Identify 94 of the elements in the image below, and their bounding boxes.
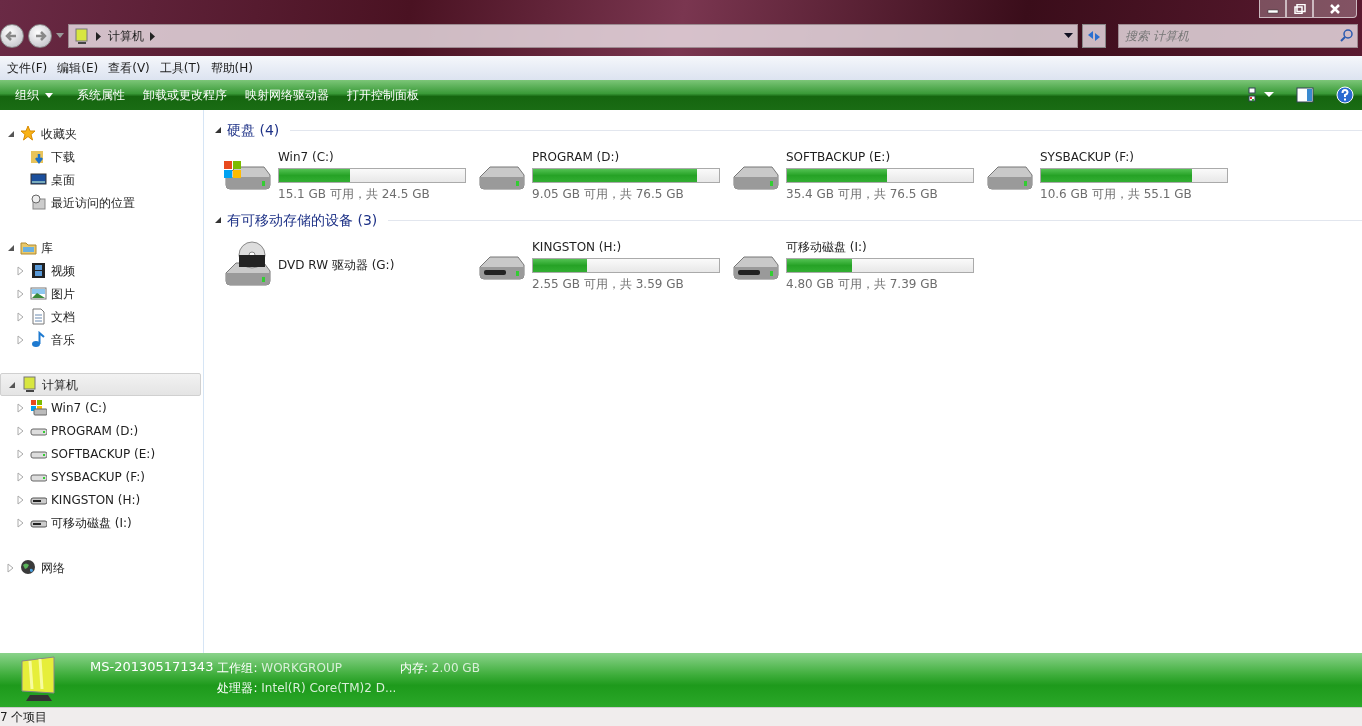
forward-button[interactable] bbox=[28, 24, 52, 48]
drive-tile[interactable]: KINGSTON (H:) 2.55 GB 可用，共 3.59 GB bbox=[476, 236, 730, 294]
field-value: 2.00 GB bbox=[431, 661, 480, 675]
back-button[interactable] bbox=[0, 24, 24, 48]
refresh-arrows-icon[interactable] bbox=[1086, 29, 1102, 43]
nav-item[interactable]: KINGSTON (H:) bbox=[0, 488, 203, 511]
drive-name: SYSBACKUP (F:) bbox=[1040, 148, 1135, 166]
nav-item[interactable]: 最近访问的位置 bbox=[0, 191, 203, 214]
nav-item[interactable]: 下载 bbox=[0, 145, 203, 168]
menu-item[interactable]: 查看(V) bbox=[103, 59, 155, 77]
drive-name: DVD RW 驱动器 (G:) bbox=[278, 257, 395, 274]
restore-button[interactable] bbox=[1286, 0, 1313, 18]
nav-item[interactable]: 图片 bbox=[0, 282, 203, 305]
nav-item[interactable]: 收藏夹 bbox=[0, 122, 203, 145]
history-caret-icon[interactable] bbox=[56, 33, 64, 39]
nav-item[interactable]: 文档 bbox=[0, 305, 203, 328]
nav-item[interactable]: 计算机 bbox=[0, 373, 201, 396]
menu-item[interactable]: 帮助(H) bbox=[205, 59, 258, 77]
field-label: 工作组: bbox=[217, 661, 258, 675]
drive-tile[interactable]: 可移动磁盘 (I:) 4.80 GB 可用，共 7.39 GB bbox=[730, 236, 984, 294]
collapse-arrow-icon[interactable] bbox=[214, 216, 222, 224]
restore-icon[interactable] bbox=[1293, 3, 1306, 14]
free-space-text: 4.80 GB 可用，共 7.39 GB bbox=[786, 275, 939, 293]
item-count: 7 个项目 bbox=[0, 709, 48, 726]
toolbar-button[interactable]: 打开控制面板 bbox=[340, 84, 426, 106]
nav-item[interactable]: 音乐 bbox=[0, 328, 203, 351]
group-header[interactable]: 硬盘 (4) bbox=[227, 119, 280, 141]
search-icon[interactable] bbox=[1340, 29, 1353, 42]
desktop-icon bbox=[30, 171, 47, 188]
nav-item[interactable]: 可移动磁盘 (I:) bbox=[0, 511, 203, 534]
field-value: Intel(R) Core(TM)2 D... bbox=[261, 681, 397, 695]
music-note-icon bbox=[30, 331, 47, 348]
close-button[interactable] bbox=[1313, 0, 1357, 18]
breadcrumb-arrow-icon[interactable] bbox=[150, 31, 156, 41]
drive-name: PROGRAM (D:) bbox=[532, 148, 621, 166]
free-space-text: 9.05 GB 可用，共 76.5 GB bbox=[532, 185, 685, 203]
nav-item[interactable]: 视频 bbox=[0, 259, 203, 282]
recent-places-icon bbox=[30, 194, 47, 211]
field-label: 处理器: bbox=[217, 681, 258, 695]
nav-item[interactable]: SYSBACKUP (F:) bbox=[0, 465, 203, 488]
computer-icon bbox=[21, 376, 38, 393]
caret-icon[interactable] bbox=[1264, 92, 1274, 98]
nav-item[interactable]: 库 bbox=[0, 236, 203, 259]
drive-tile[interactable]: Win7 (C:) 15.1 GB 可用，共 24.5 GB bbox=[222, 146, 476, 204]
collapse-arrow-icon[interactable] bbox=[214, 126, 222, 134]
nav-item[interactable]: SOFTBACKUP (E:) bbox=[0, 442, 203, 465]
computer-icon bbox=[18, 655, 58, 703]
search-field[interactable]: 搜索 计算机 bbox=[1118, 24, 1358, 48]
toolbar-button[interactable]: 映射网络驱动器 bbox=[238, 84, 336, 106]
menu-item[interactable]: 文件(F) bbox=[2, 59, 53, 77]
computer-icon bbox=[73, 27, 90, 45]
free-space-text: 2.55 GB 可用，共 3.59 GB bbox=[532, 275, 685, 293]
nav-item[interactable]: Win7 (C:) bbox=[0, 396, 203, 419]
drive-tile[interactable]: DVD RW 驱动器 (G:) bbox=[222, 236, 476, 294]
drive-name: KINGSTON (H:) bbox=[532, 238, 623, 256]
help-icon[interactable] bbox=[1336, 86, 1354, 104]
library-folder-icon bbox=[20, 239, 37, 256]
film-strip-icon bbox=[30, 262, 47, 279]
document-icon bbox=[30, 308, 47, 325]
free-space-text: 35.4 GB 可用，共 76.5 GB bbox=[786, 185, 939, 203]
globe-icon bbox=[20, 559, 37, 576]
nav-item[interactable]: 网络 bbox=[0, 556, 203, 579]
free-space-text: 10.6 GB 可用，共 55.1 GB bbox=[1040, 185, 1193, 203]
dvd-drive-icon bbox=[222, 241, 272, 289]
drive-tile[interactable]: SOFTBACKUP (E:) 35.4 GB 可用，共 76.5 GB bbox=[730, 146, 984, 204]
menu-item[interactable]: 工具(T) bbox=[154, 59, 206, 77]
close-icon[interactable] bbox=[1329, 3, 1341, 14]
group-header[interactable]: 有可移动存储的设备 (3) bbox=[227, 209, 378, 231]
breadcrumb[interactable]: 计算机 bbox=[108, 27, 144, 45]
field-value: WORKGROUP bbox=[261, 661, 342, 675]
computer-name: MS-201305171343 bbox=[90, 658, 214, 676]
picture-icon bbox=[30, 285, 47, 302]
drive-name: SOFTBACKUP (E:) bbox=[786, 148, 892, 166]
menu-item[interactable]: 编辑(E) bbox=[52, 59, 104, 77]
drive-name: Win7 (C:) bbox=[278, 148, 335, 166]
drive-tile[interactable]: SYSBACKUP (F:) 10.6 GB 可用，共 55.1 GB bbox=[984, 146, 1238, 204]
toolbar-button[interactable]: 系统属性 bbox=[70, 84, 132, 106]
drive-name: 可移动磁盘 (I:) bbox=[786, 238, 868, 256]
system-drive-icon bbox=[30, 399, 47, 416]
toolbar-button[interactable]: 卸载或更改程序 bbox=[136, 84, 234, 106]
toolbar-button[interactable]: 组织 bbox=[8, 84, 60, 106]
minimize-button[interactable] bbox=[1259, 0, 1286, 18]
drive-tile[interactable]: PROGRAM (D:) 9.05 GB 可用，共 76.5 GB bbox=[476, 146, 730, 204]
free-space-text: 15.1 GB 可用，共 24.5 GB bbox=[278, 185, 431, 203]
address-bar[interactable]: 计算机 bbox=[68, 24, 1078, 48]
nav-item[interactable]: 桌面 bbox=[0, 168, 203, 191]
preview-pane-icon[interactable] bbox=[1296, 87, 1314, 103]
breadcrumb-arrow-icon[interactable] bbox=[96, 31, 102, 41]
dropdown-caret-icon[interactable] bbox=[1064, 33, 1073, 39]
field-label: 内存: bbox=[399, 661, 428, 675]
nav-item[interactable]: PROGRAM (D:) bbox=[0, 419, 203, 442]
star-icon bbox=[20, 125, 37, 142]
caret-icon bbox=[45, 92, 53, 98]
refresh-button[interactable] bbox=[1082, 24, 1106, 48]
